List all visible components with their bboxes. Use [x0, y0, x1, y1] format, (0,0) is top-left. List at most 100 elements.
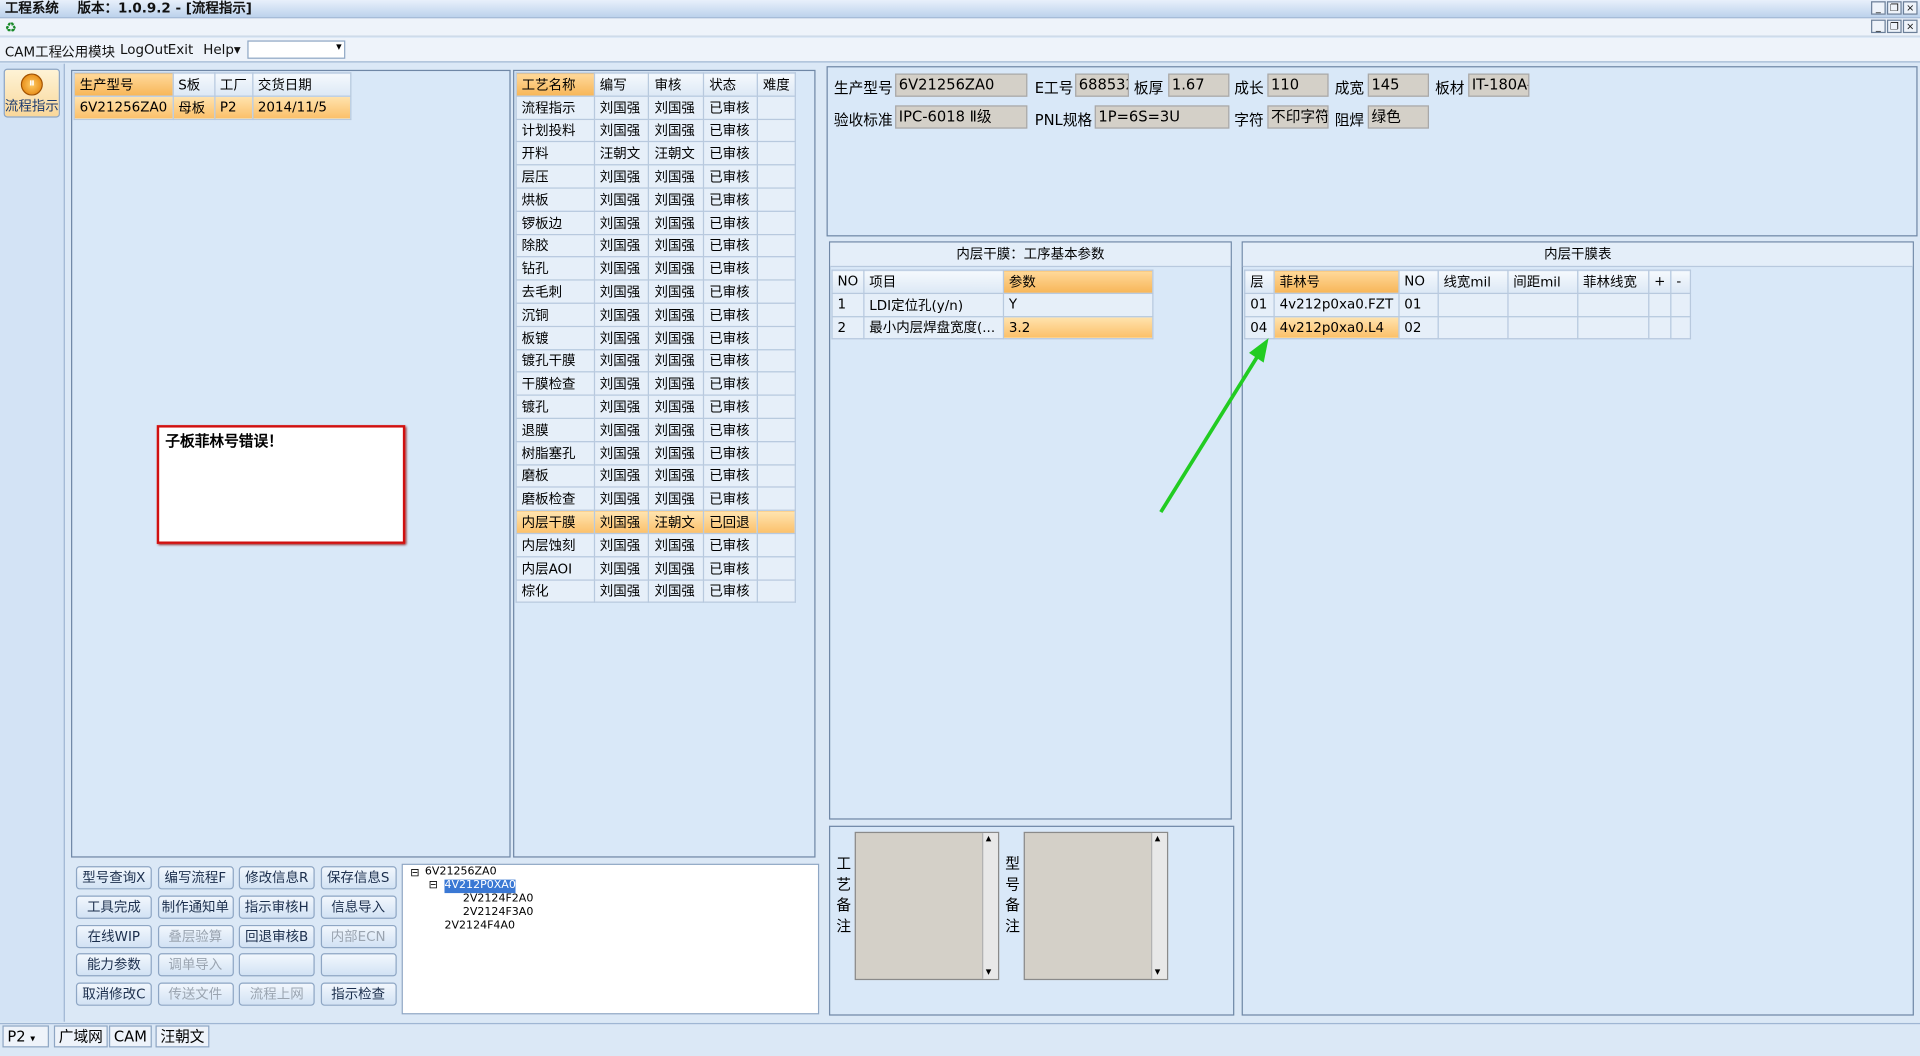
table-row[interactable]: 烘板 刘国强 刘国强 已审核: [515, 187, 796, 212]
table-row[interactable]: 01 4v212p0xa0.FZT 01: [1244, 292, 1692, 317]
model-field[interactable]: 6V21256ZA0: [895, 73, 1028, 97]
table-row[interactable]: 层压 刘国强 刘国强 已审核: [515, 164, 796, 189]
std-field[interactable]: IPC-6018 Ⅱ级: [895, 105, 1028, 129]
col-no[interactable]: NO: [1398, 269, 1439, 294]
orders-table[interactable]: 生产型号 S板 工厂 交货日期 6V21256ZA0 母板 P2 2014/11…: [73, 72, 351, 120]
table-row[interactable]: 镀孔 刘国强 刘国强 已审核: [515, 394, 796, 419]
table-row[interactable]: 干膜检查 刘国强 刘国强 已审核: [515, 371, 796, 396]
action-button-2-3[interactable]: 内部ECN: [320, 924, 397, 948]
toolbar-combo[interactable]: [247, 40, 346, 59]
table-row[interactable]: 04 4v212p0xa0.L4 02: [1244, 315, 1692, 340]
table-row[interactable]: 1 LDI定位孔(y/n) Y: [831, 292, 1154, 317]
action-button-1-0[interactable]: 工具完成: [75, 895, 152, 919]
table-row[interactable]: 棕化 刘国强 刘国强 已审核: [515, 578, 796, 604]
col-filmwidth[interactable]: 菲林线宽: [1576, 269, 1650, 294]
tree-node-selected[interactable]: 4V212P0XA0: [444, 879, 516, 894]
remove-col-button[interactable]: -: [1670, 269, 1692, 294]
action-button-3-3[interactable]: [320, 953, 397, 977]
tree-node-child[interactable]: 2V2124F3A0: [463, 907, 534, 920]
table-row[interactable]: 磨板检查 刘国强 刘国强 已审核: [515, 486, 796, 512]
mask-field[interactable]: 绿色: [1367, 105, 1429, 129]
action-button-2-0[interactable]: 在线WIP: [75, 924, 152, 948]
table-row[interactable]: 内层AOI 刘国强 刘国强 已审核: [515, 555, 796, 581]
action-button-3-1[interactable]: 调单导入: [157, 953, 234, 977]
action-button-1-3[interactable]: 信息导入: [320, 895, 397, 919]
table-row[interactable]: 树脂塞孔 刘国强 刘国强 已审核: [515, 440, 796, 465]
wid-field[interactable]: 145: [1367, 73, 1429, 97]
tree-node-root[interactable]: 6V21256ZA0: [425, 866, 497, 879]
action-button-4-0[interactable]: 取消修改C: [75, 982, 152, 1007]
child-restore-icon[interactable]: ❐: [1886, 19, 1902, 34]
col-writer[interactable]: 编写: [593, 72, 650, 97]
action-button-1-1[interactable]: 制作通知单: [157, 895, 234, 919]
restore-icon[interactable]: ❐: [1886, 1, 1902, 15]
char-field[interactable]: 不印字符: [1267, 105, 1329, 129]
table-row[interactable]: 内层蚀刻 刘国强 刘国强 已审核: [515, 532, 796, 558]
action-button-3-0[interactable]: 能力参数: [75, 953, 152, 977]
menu-exit[interactable]: Exit: [168, 42, 194, 58]
table-row[interactable]: 镀孔干膜 刘国强 刘国强 已审核: [515, 348, 796, 373]
col-process[interactable]: 工艺名称: [515, 72, 595, 97]
menu-help[interactable]: Help: [203, 42, 234, 58]
craft-memo-field[interactable]: [854, 831, 1000, 981]
model-memo-field[interactable]: [1023, 831, 1169, 981]
menu-cam[interactable]: CAM工程: [5, 42, 62, 62]
action-button-2-1[interactable]: 叠层验算: [157, 924, 234, 948]
col-reviewer[interactable]: 审核: [648, 72, 705, 97]
table-row[interactable]: 去毛刺 刘国强 刘国强 已审核: [515, 279, 796, 304]
close-icon[interactable]: ×: [1902, 1, 1918, 15]
menu-logout[interactable]: LogOut: [120, 42, 168, 58]
table-row[interactable]: 除胶 刘国强 刘国强 已审核: [515, 233, 796, 258]
action-button-0-1[interactable]: 编写流程F: [157, 866, 234, 890]
thick-field[interactable]: 1.67: [1168, 73, 1230, 97]
child-close-icon[interactable]: ×: [1902, 19, 1918, 34]
plant-select[interactable]: P2 ▾: [2, 1025, 49, 1048]
tree-node-sibling[interactable]: 2V2124F4A0: [444, 920, 515, 933]
action-button-4-1[interactable]: 传送文件: [157, 982, 234, 1007]
table-row[interactable]: 流程指示 刘国强 刘国强 已审核: [515, 95, 796, 120]
nav-flow-button[interactable]: ⏸ 流程指示: [3, 68, 61, 118]
action-button-1-2[interactable]: 指示审核H: [238, 895, 315, 919]
add-col-button[interactable]: +: [1647, 269, 1672, 294]
process-table[interactable]: 工艺名称 编写 审核 状态 难度 流程指示 刘国强 刘国强 已审核 计划投料 刘国强 刘国强…: [515, 72, 796, 604]
table-row[interactable]: 2 最小内层焊盘宽度(... 3.2: [831, 315, 1154, 340]
action-button-0-3[interactable]: 保存信息S: [320, 866, 397, 890]
e-field[interactable]: 688532: [1075, 73, 1129, 97]
col-no[interactable]: NO: [831, 269, 865, 294]
action-button-3-2[interactable]: [238, 953, 315, 977]
params-table[interactable]: NO 项目 参数 1 LDI定位孔(y/n) Y 2 最小内层焊盘宽度(... …: [831, 269, 1154, 340]
col-layer[interactable]: 层: [1244, 269, 1275, 294]
col-difficulty[interactable]: 难度: [756, 72, 796, 97]
table-row[interactable]: 磨板 刘国强 刘国强 已审核: [515, 463, 796, 489]
table-row[interactable]: 板镀 刘国强 刘国强 已审核: [515, 325, 796, 350]
child-minimize-icon[interactable]: _: [1871, 19, 1886, 34]
films-table[interactable]: 层 菲林号 NO 线宽mil 间距mil 菲林线宽 + - 01 4v212p0…: [1244, 269, 1692, 340]
col-film[interactable]: 菲林号: [1273, 269, 1400, 294]
action-button-2-2[interactable]: 回退审核B: [238, 924, 315, 948]
table-row[interactable]: 退膜 刘国强 刘国强 已审核: [515, 417, 796, 442]
action-button-4-2[interactable]: 流程上网: [238, 982, 315, 1007]
scrollbar[interactable]: [1151, 833, 1167, 979]
tree-collapse-icon[interactable]: ⊟: [429, 880, 438, 893]
col-status[interactable]: 状态: [703, 72, 758, 97]
col-date[interactable]: 交货日期: [251, 72, 351, 97]
col-model[interactable]: 生产型号: [73, 72, 174, 97]
col-sboard[interactable]: S板: [172, 72, 215, 97]
table-row[interactable]: 钻孔 刘国强 刘国强 已审核: [515, 256, 796, 281]
tree-collapse-icon[interactable]: ⊟: [410, 867, 419, 880]
action-button-0-2[interactable]: 修改信息R: [238, 866, 315, 890]
table-row[interactable]: 6V21256ZA0 母板 P2 2014/11/5: [73, 95, 351, 120]
col-item[interactable]: 项目: [863, 269, 1004, 294]
col-factory[interactable]: 工厂: [213, 72, 253, 97]
action-button-0-0[interactable]: 型号查询X: [75, 866, 152, 890]
menu-common[interactable]: 公用模块: [61, 42, 115, 62]
help-dropdown-icon[interactable]: ▾: [234, 42, 241, 58]
pnl-field[interactable]: 1P=6S=3U: [1094, 105, 1230, 129]
board-tree[interactable]: ⊟ 6V21256ZA0 ⊟ 4V212P0XA0 2V2124F2A0 2V2…: [401, 863, 820, 1015]
mat-field[interactable]: IT-180A-: [1468, 73, 1530, 97]
table-row[interactable]: 锣板边 刘国强 刘国强 已审核: [515, 210, 796, 235]
tree-node-child[interactable]: 2V2124F2A0: [463, 893, 534, 906]
col-linewidth[interactable]: 线宽mil: [1437, 269, 1509, 294]
len-field[interactable]: 110: [1267, 73, 1329, 97]
minimize-icon[interactable]: _: [1871, 1, 1886, 15]
